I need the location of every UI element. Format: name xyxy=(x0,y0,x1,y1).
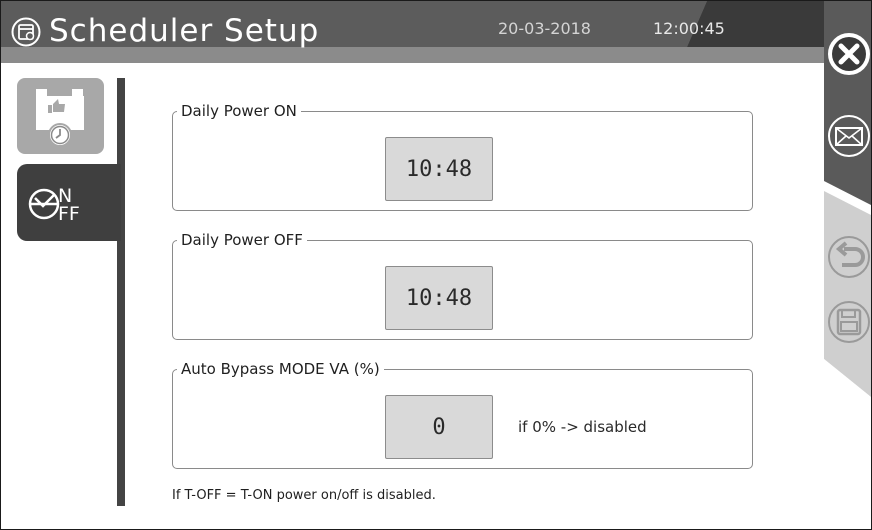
group-label: Daily Power OFF xyxy=(181,231,303,249)
envelope-icon xyxy=(828,115,870,157)
undo-button[interactable] xyxy=(826,234,871,280)
tab-on-off[interactable]: N FF xyxy=(17,164,121,241)
close-icon xyxy=(828,33,870,75)
save-button[interactable] xyxy=(826,299,871,345)
page-title: Scheduler Setup xyxy=(49,13,320,49)
on-off-gauge-icon: N FF xyxy=(28,185,80,225)
header-bar: Scheduler Setup 20-03-2018 12:00:45 xyxy=(1,1,824,63)
save-icon xyxy=(828,301,870,343)
power-on-time-field[interactable]: 10:48 xyxy=(385,137,493,201)
date-display: 20-03-2018 xyxy=(498,19,591,38)
group-daily-power-on: Daily Power ON 10:48 xyxy=(172,102,753,211)
tab-rail xyxy=(117,78,125,506)
close-button[interactable] xyxy=(826,31,871,77)
group-auto-bypass: Auto Bypass MODE VA (%) 0 if 0% -> disab… xyxy=(172,360,753,469)
group-daily-power-off: Daily Power OFF 10:48 xyxy=(172,231,753,340)
group-label: Daily Power ON xyxy=(181,102,297,120)
group-label: Auto Bypass MODE VA (%) xyxy=(181,360,380,378)
calendar-icon xyxy=(11,17,41,47)
bypass-percent-field[interactable]: 0 xyxy=(385,395,493,459)
scheduler-window: Scheduler Setup 20-03-2018 12:00:45 N FF… xyxy=(0,0,872,530)
time-display: 12:00:45 xyxy=(653,19,725,38)
battery-clock-icon xyxy=(36,89,84,147)
footer-note: If T-OFF = T-ON power on/off is disabled… xyxy=(172,488,436,503)
message-button[interactable] xyxy=(826,113,871,159)
undo-icon xyxy=(828,236,870,278)
bypass-hint: if 0% -> disabled xyxy=(518,418,647,436)
power-off-time-field[interactable]: 10:48 xyxy=(385,266,493,330)
off-label: FF xyxy=(58,203,80,225)
tab-panel: N FF xyxy=(17,78,125,508)
tab-battery-schedule[interactable] xyxy=(17,78,104,154)
